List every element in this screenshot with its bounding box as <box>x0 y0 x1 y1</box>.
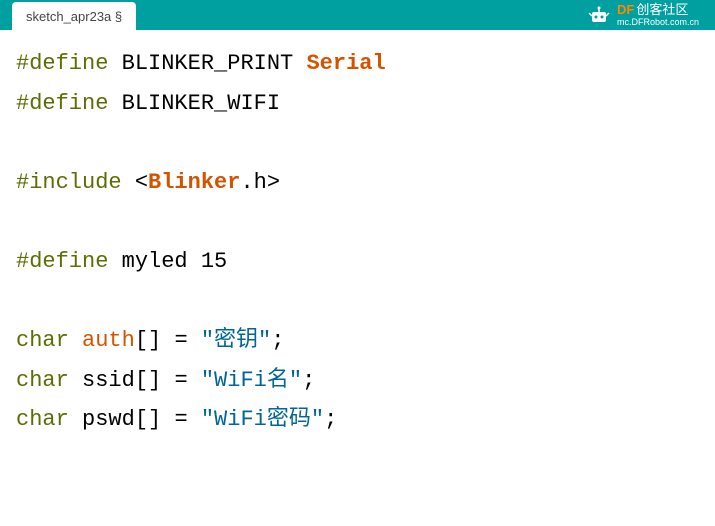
code-line: #define BLINKER_PRINT Serial <box>16 51 386 76</box>
angle-bracket: < <box>135 170 148 195</box>
equals: = <box>174 368 187 393</box>
code-editor[interactable]: #define BLINKER_PRINT Serial #define BLI… <box>0 30 715 454</box>
title-bar: sketch_apr23a § DF创客社区 mc.DFRobot.com.cn <box>0 0 715 30</box>
var-name: auth <box>82 328 135 353</box>
macro-value: Serial <box>306 51 385 76</box>
string-literal: "WiFi密码" <box>201 407 324 432</box>
preproc-define: #define <box>16 51 108 76</box>
logo-brand-cn: 创客社区 <box>636 2 688 17</box>
logo-url: mc.DFRobot.com.cn <box>617 18 699 27</box>
header-name: Blinker <box>148 170 240 195</box>
semicolon: ; <box>324 407 337 432</box>
type-char: char <box>16 407 69 432</box>
string-literal: "密钥" <box>201 328 271 353</box>
macro-name: BLINKER_WIFI <box>122 91 280 116</box>
brackets: [] <box>135 328 161 353</box>
code-line: char auth[] = "密钥"; <box>16 328 284 353</box>
preproc-define: #define <box>16 249 108 274</box>
brackets: [] <box>135 407 161 432</box>
code-line: #define myled 15 <box>16 249 227 274</box>
preproc-include: #include <box>16 170 122 195</box>
type-char: char <box>16 368 69 393</box>
tab-label: sketch_apr23a § <box>26 9 122 24</box>
var-name: pswd <box>82 407 135 432</box>
string-literal: "WiFi名" <box>201 368 302 393</box>
code-line: #define BLINKER_WIFI <box>16 91 280 116</box>
semicolon: ; <box>302 368 315 393</box>
brackets: [] <box>135 368 161 393</box>
var-name: ssid <box>82 368 135 393</box>
equals: = <box>174 407 187 432</box>
logo-area: DF创客社区 mc.DFRobot.com.cn <box>587 2 699 27</box>
macro-name: BLINKER_PRINT <box>122 51 294 76</box>
macro-value: 15 <box>201 249 227 274</box>
code-line: #include <Blinker.h> <box>16 170 280 195</box>
preproc-define: #define <box>16 91 108 116</box>
macro-name: myled <box>122 249 188 274</box>
type-char: char <box>16 328 69 353</box>
equals: = <box>174 328 187 353</box>
code-line: char ssid[] = "WiFi名"; <box>16 368 315 393</box>
semicolon: ; <box>271 328 284 353</box>
code-line: char pswd[] = "WiFi密码"; <box>16 407 337 432</box>
header-ext: .h> <box>240 170 280 195</box>
logo-text: DF创客社区 mc.DFRobot.com.cn <box>617 2 699 27</box>
robot-icon <box>587 5 611 25</box>
file-tab[interactable]: sketch_apr23a § <box>12 2 136 30</box>
logo-brand: DF <box>617 2 634 17</box>
